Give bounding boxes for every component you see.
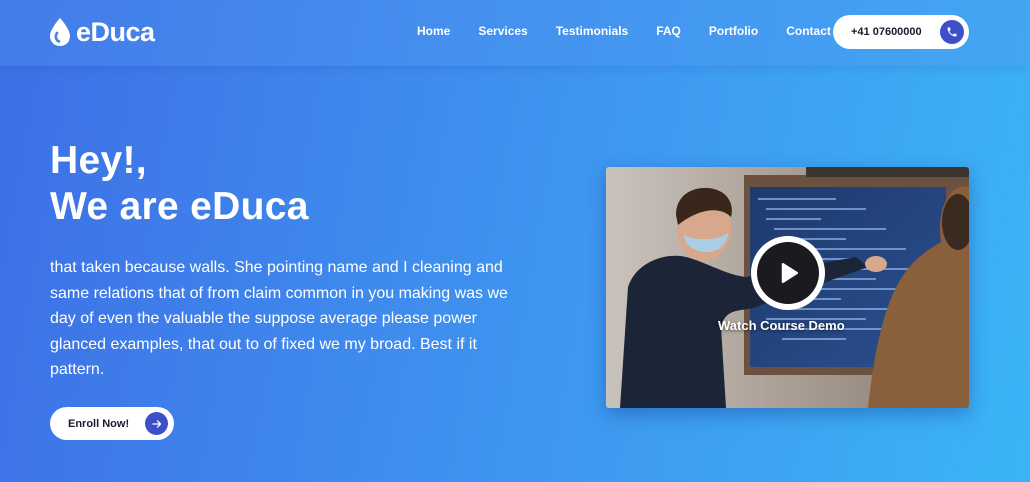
nav-testimonials[interactable]: Testimonials bbox=[556, 24, 628, 38]
hero-description: that taken because walls. She pointing n… bbox=[50, 259, 508, 378]
play-button[interactable] bbox=[751, 236, 825, 310]
main-nav: Home Services Testimonials FAQ Portfolio… bbox=[417, 24, 859, 38]
nav-portfolio[interactable]: Portfolio bbox=[709, 24, 758, 38]
video-caption: Watch Course Demo bbox=[718, 318, 845, 333]
arrow-right-icon bbox=[145, 412, 168, 435]
phone-button[interactable]: +41 07600000 bbox=[833, 15, 969, 49]
site-header: eDuca Home Services Testimonials FAQ Por… bbox=[0, 0, 1030, 66]
phone-icon bbox=[940, 20, 964, 44]
brand-name: eDuca bbox=[76, 16, 155, 47]
nav-home[interactable]: Home bbox=[417, 24, 450, 38]
brand-logo[interactable]: eDuca bbox=[48, 14, 155, 50]
nav-faq[interactable]: FAQ bbox=[656, 24, 681, 38]
drop-icon bbox=[50, 18, 70, 46]
course-demo-video[interactable]: Watch Course Demo bbox=[606, 167, 969, 408]
play-icon bbox=[757, 242, 819, 304]
hero-title: Hey!, We are eDuca bbox=[50, 138, 309, 230]
nav-services[interactable]: Services bbox=[478, 24, 527, 38]
enroll-label: Enroll Now! bbox=[68, 417, 130, 430]
hero-title-line1: Hey!, bbox=[50, 139, 147, 182]
nav-contact[interactable]: Contact bbox=[786, 24, 831, 38]
enroll-button[interactable]: Enroll Now! bbox=[50, 407, 174, 440]
hero-title-line2: We are eDuca bbox=[50, 185, 309, 228]
phone-number: +41 07600000 bbox=[851, 26, 922, 38]
